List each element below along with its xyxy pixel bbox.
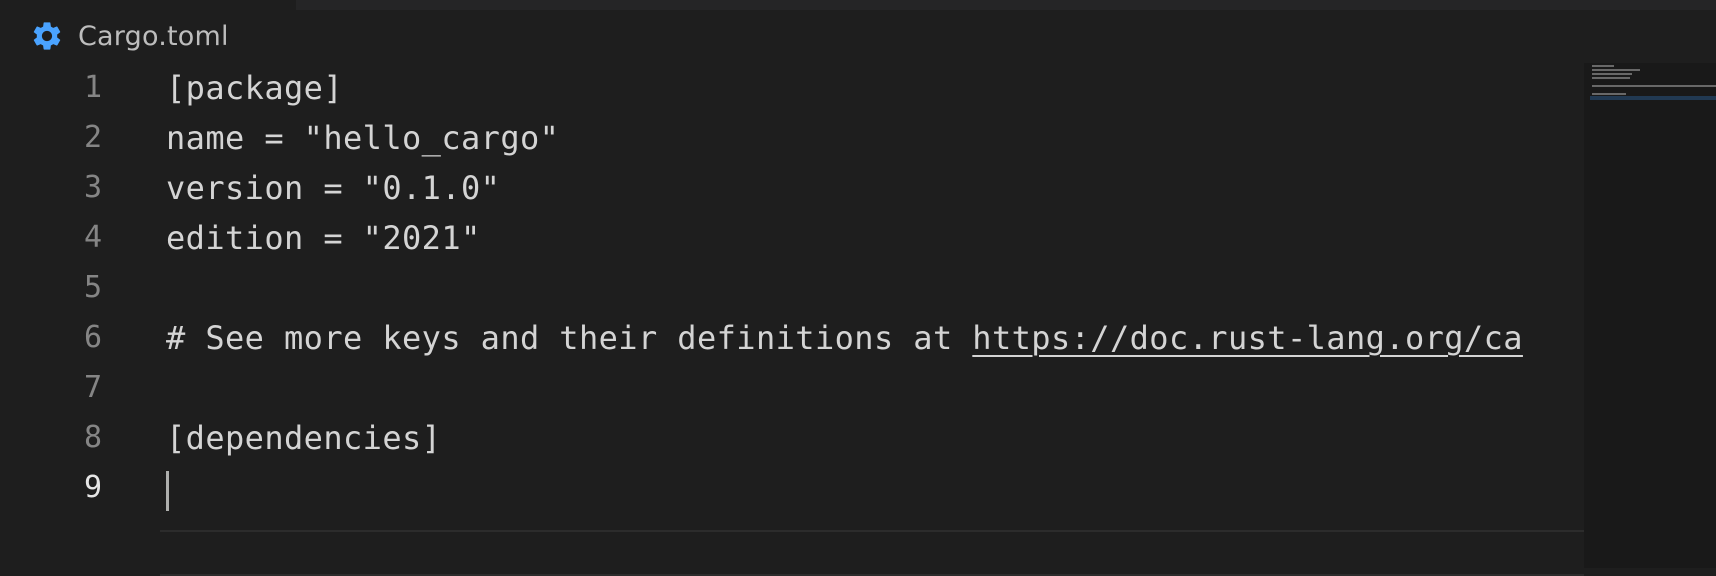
code-line[interactable]: 9 (0, 463, 1584, 513)
minimap-line (1592, 69, 1640, 71)
line-number: 6 (83, 320, 102, 355)
line-text[interactable]: name = "hello_cargo" (166, 113, 559, 163)
line-number: 8 (83, 420, 102, 455)
line-number: 1 (83, 70, 102, 105)
breadcrumb[interactable]: Cargo.toml (30, 16, 229, 56)
line-number: 9 (83, 470, 102, 505)
code-line[interactable]: 4 edition = "2021" (0, 213, 1584, 263)
line-number: 3 (83, 170, 102, 205)
line-number: 4 (83, 220, 102, 255)
minimap-line (1592, 65, 1614, 67)
minimap-line (1592, 85, 1716, 87)
code-line[interactable]: 2 name = "hello_cargo" (0, 113, 1584, 163)
minimap-current-line (1590, 96, 1716, 100)
minimap-line (1592, 73, 1632, 75)
code-line[interactable]: 7 (0, 363, 1584, 413)
code-line[interactable]: 8 [dependencies] (0, 413, 1584, 463)
docs-link[interactable]: https://doc.rust-lang.org/ca (972, 319, 1523, 357)
code-editor[interactable]: 1 [package] 2 name = "hello_cargo" 3 ver… (0, 63, 1584, 576)
line-number: 5 (83, 270, 102, 305)
line-text[interactable]: [package] (166, 63, 343, 113)
current-line-highlight (160, 530, 1584, 576)
minimap[interactable] (1584, 63, 1716, 568)
code-line[interactable]: 3 version = "0.1.0" (0, 163, 1584, 213)
code-line[interactable]: 5 (0, 263, 1584, 313)
line-text[interactable]: version = "0.1.0" (166, 163, 500, 213)
line-text[interactable]: # See more keys and their definitions at… (166, 313, 1523, 363)
minimap-line (1592, 93, 1626, 95)
gear-icon (33, 22, 61, 50)
code-line[interactable]: 6 # See more keys and their definitions … (0, 313, 1584, 363)
line-number: 2 (83, 120, 102, 155)
line-text[interactable]: [dependencies] (166, 413, 441, 463)
breadcrumb-file-name[interactable]: Cargo.toml (78, 21, 229, 52)
comment-text: # See more keys and their definitions at (166, 319, 973, 357)
line-text[interactable]: edition = "2021" (166, 213, 481, 263)
text-cursor (166, 471, 169, 511)
tab-bar-strip (296, 0, 1716, 10)
code-line[interactable]: 1 [package] (0, 63, 1584, 113)
line-number: 7 (83, 370, 102, 405)
minimap-line (1592, 77, 1630, 79)
